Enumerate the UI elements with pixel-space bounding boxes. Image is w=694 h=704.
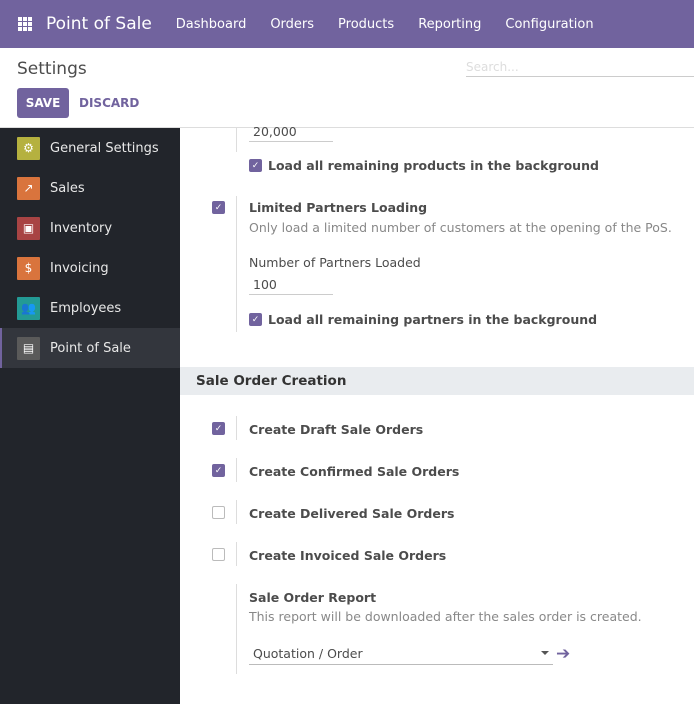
sale-order-report-desc: This report will be downloaded after the… [249,609,642,624]
partners-number-label: Number of Partners Loaded [249,255,421,270]
divider [236,128,237,152]
section-title: Sale Order Creation [180,367,694,395]
load-remaining-partners-label: Load all remaining partners in the backg… [268,312,598,327]
partners-number-field[interactable]: 100 [249,277,333,295]
caret-down-icon [541,651,549,655]
top-navbar: Point of Sale Dashboard Orders Products … [0,0,694,48]
invoice-icon: $ [17,256,40,280]
invoiced-sale-orders-checkbox[interactable] [212,548,225,561]
settings-sidebar: ⚙ General Settings ↗ Sales ▣ Inventory $ Inv… [0,128,180,704]
sidebar-item-label: Point of Sale [50,340,131,356]
users-icon: 👥 [17,296,40,320]
control-panel: Settings SAVE DISCARD [0,48,694,128]
sidebar-item-invoicing[interactable]: $ Invoicing [0,248,180,288]
divider [236,542,237,566]
store-icon: ▤ [17,336,40,360]
invoiced-sale-orders-label: Create Invoiced Sale Orders [249,548,447,563]
load-remaining-products-label: Load all remaining products in the backg… [268,158,599,173]
confirmed-sale-orders-label: Create Confirmed Sale Orders [249,464,460,479]
apps-grid-icon[interactable] [18,17,32,31]
sidebar-item-label: Employees [50,300,122,316]
delivered-sale-orders-label: Create Delivered Sale Orders [249,506,455,521]
discard-button[interactable]: DISCARD [79,96,139,110]
menu-orders[interactable]: Orders [270,17,314,32]
sale-order-report-select[interactable]: Quotation / Order [249,646,553,665]
menu-configuration[interactable]: Configuration [505,17,593,32]
limited-partners-checkbox[interactable]: ✓ [212,201,225,214]
sidebar-item-inventory[interactable]: ▣ Inventory [0,208,180,248]
sidebar-item-label: General Settings [50,140,159,156]
save-button[interactable]: SAVE [17,88,69,118]
load-remaining-partners-checkbox[interactable]: ✓ [249,313,262,326]
limited-partners-label: Limited Partners Loading [249,200,428,215]
page-title: Settings [17,59,87,79]
sidebar-item-employees[interactable]: 👥 Employees [0,288,180,328]
divider [236,458,237,482]
app-brand[interactable]: Point of Sale [46,14,152,34]
chart-icon: ↗ [17,176,40,200]
menu-dashboard[interactable]: Dashboard [176,17,247,32]
gear-icon: ⚙ [17,136,40,160]
search-input[interactable] [466,58,694,77]
divider [236,584,237,674]
sidebar-item-point-of-sale[interactable]: ▤ Point of Sale [0,328,180,368]
external-link-arrow-icon[interactable]: ➔ [556,644,570,664]
limited-partners-desc: Only load a limited number of customers … [249,220,672,235]
confirmed-sale-orders-checkbox[interactable]: ✓ [212,464,225,477]
sidebar-item-general-settings[interactable]: ⚙ General Settings [0,128,180,168]
divider [236,416,237,440]
divider [236,196,237,332]
select-value: Quotation / Order [253,646,363,661]
load-remaining-products-checkbox[interactable]: ✓ [249,159,262,172]
sale-order-report-label: Sale Order Report [249,590,377,605]
sidebar-item-label: Inventory [50,220,113,236]
box-icon: ▣ [17,216,40,240]
sidebar-item-label: Invoicing [50,260,109,276]
delivered-sale-orders-checkbox[interactable] [212,506,225,519]
sidebar-item-label: Sales [50,180,85,196]
divider [236,500,237,524]
settings-content: 20,000 ✓ Load all remaining products in … [180,124,694,704]
draft-sale-orders-checkbox[interactable]: ✓ [212,422,225,435]
menu-reporting[interactable]: Reporting [418,17,481,32]
sidebar-item-sales[interactable]: ↗ Sales [0,168,180,208]
products-loaded-field[interactable]: 20,000 [249,124,333,142]
draft-sale-orders-label: Create Draft Sale Orders [249,422,424,437]
menu-products[interactable]: Products [338,17,394,32]
